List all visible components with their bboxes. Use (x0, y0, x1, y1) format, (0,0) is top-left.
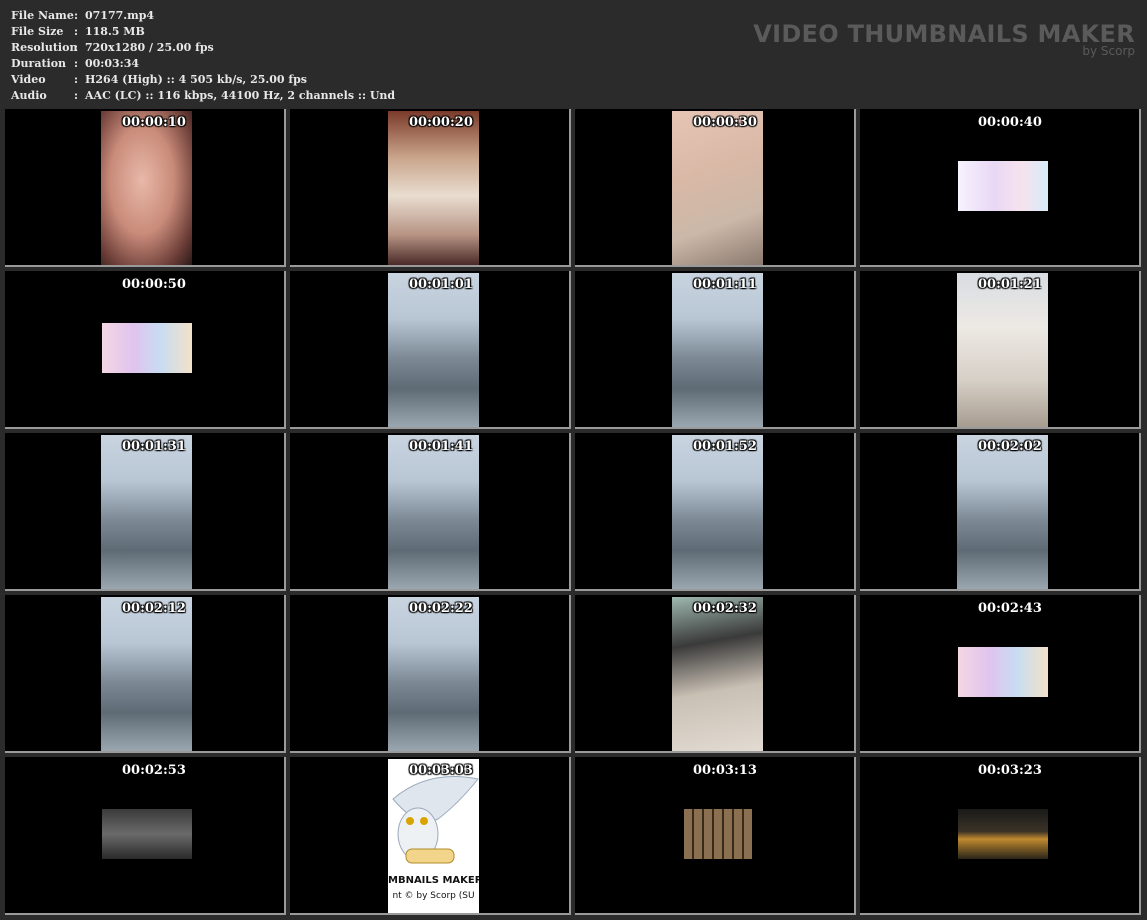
timestamp-label: 00:01:11 (693, 277, 757, 292)
timestamp-label: 00:01:52 (693, 439, 757, 454)
video-frame (101, 597, 192, 751)
brand-title: VIDEO THUMBNAILS MAKER (753, 20, 1135, 48)
file-info-key: Resolution (11, 40, 78, 54)
video-frame (672, 435, 763, 589)
video-frame (958, 809, 1048, 859)
file-info-row: Duration:00:03:34 (11, 55, 395, 71)
timestamp-label: 00:00:50 (122, 277, 186, 292)
thumbnail-cell: 00:03:23 (860, 757, 1141, 915)
thumbnail-cell: 00:00:10 (5, 109, 286, 267)
thumbnail-cell: 00:00:30 (575, 109, 856, 267)
video-frame (102, 323, 192, 373)
file-info-value: 07177.mp4 (85, 8, 155, 22)
file-info-key: Video (11, 72, 46, 86)
video-frame (957, 435, 1048, 589)
video-frame (958, 647, 1048, 697)
thumbnail-cell: 00:00:20 (290, 109, 571, 267)
video-frame (957, 273, 1048, 427)
thumbnail-cell: 00:01:01 (290, 271, 571, 429)
video-frame (958, 161, 1048, 211)
timestamp-label: 00:02:12 (122, 601, 186, 616)
video-frame (672, 597, 763, 751)
file-info-key: Duration (11, 56, 67, 70)
timestamp-label: 00:01:41 (409, 439, 473, 454)
video-frame (101, 111, 192, 265)
file-info-value: AAC (LC) :: 116 kbps, 44100 Hz, 2 channe… (85, 88, 396, 102)
file-info-separator: : (74, 24, 79, 38)
thumbnail-cell: 00:00:40 (860, 109, 1141, 267)
timestamp-label: 00:03:13 (693, 763, 757, 778)
video-frame (388, 273, 479, 427)
file-info-row: Audio: AAC (LC) :: 116 kbps, 44100 Hz, 2 … (11, 87, 395, 103)
thumbnail-cell: 00:01:31 (5, 433, 286, 591)
timestamp-label: 00:03:23 (978, 763, 1042, 778)
video-frame (101, 435, 192, 589)
video-frame (388, 435, 479, 589)
file-info-separator: : (74, 40, 79, 54)
thumbnail-cell: 00:02:12 (5, 595, 286, 753)
video-frame (672, 111, 763, 265)
file-info-key: File Size (11, 24, 64, 38)
file-info-value: 00:03:34 (85, 56, 140, 70)
timestamp-label: 00:00:40 (978, 115, 1042, 130)
file-info-separator: : (74, 8, 79, 22)
file-info: File Name:07177.mp4 File Size:118.5 MB Res… (11, 7, 395, 103)
file-info-value: H264 (High) :: 4 505 kb/s, 25.00 fps (85, 72, 307, 86)
timestamp-label: 00:02:32 (693, 601, 757, 616)
video-frame (672, 273, 763, 427)
thumbnail-cell: 00:00:50 (5, 271, 286, 429)
owl-caption-title: MBNAILS MAKER 8 (388, 875, 479, 886)
file-info-separator: : (74, 56, 79, 70)
timestamp-label: 00:00:20 (409, 115, 473, 130)
thumbnail-cell: 00:01:11 (575, 271, 856, 429)
file-info-separator: : (74, 88, 79, 102)
thumbnail-cell: 00:02:32 (575, 595, 856, 753)
thumbnail-cell: 00:02:22 (290, 595, 571, 753)
thumbnail-cell: 00:02:43 (860, 595, 1141, 753)
file-info-value: 720x1280 / 25.00 fps (85, 40, 214, 54)
video-frame: MBNAILS MAKER 8 nt © by Scorp (SU (388, 759, 479, 913)
brand-logo: VIDEO THUMBNAILS MAKER by Scorp (753, 20, 1135, 58)
video-frame (388, 111, 479, 265)
timestamp-label: 00:02:43 (978, 601, 1042, 616)
thumbnail-cell: 00:01:52 (575, 433, 856, 591)
video-frame (388, 597, 479, 751)
header: File Name:07177.mp4 File Size:118.5 MB Res… (0, 0, 1147, 108)
timestamp-label: 00:02:22 (409, 601, 473, 616)
thumbnail-cell: 00:01:41 (290, 433, 571, 591)
timestamp-label: 00:03:03 (409, 763, 473, 778)
timestamp-label: 00:01:01 (409, 277, 473, 292)
thumbnail-grid: 00:00:10 00:00:20 00:00:30 00:00:40 00:00:50… (5, 109, 1141, 915)
file-info-row: Video: H264 (High) :: 4 505 kb/s, 25.00 f… (11, 71, 395, 87)
file-info-row: File Size:118.5 MB (11, 23, 395, 39)
timestamp-label: 00:00:30 (693, 115, 757, 130)
thumbnail-cell: 00:02:02 (860, 433, 1141, 591)
timestamp-label: 00:02:02 (978, 439, 1042, 454)
file-info-row: File Name:07177.mp4 (11, 7, 395, 23)
file-info-key: File Name (11, 8, 74, 22)
video-frame (684, 809, 752, 859)
timestamp-label: 00:01:21 (978, 277, 1042, 292)
thumbnail-cell: 00:01:21 (860, 271, 1141, 429)
file-info-row: Resolution:720x1280 / 25.00 fps (11, 39, 395, 55)
owl-caption-copyright: nt © by Scorp (SU (392, 891, 475, 901)
timestamp-label: 00:01:31 (122, 439, 186, 454)
file-info-key: Audio (11, 88, 47, 102)
thumbnail-cell: 00:02:53 (5, 757, 286, 915)
thumbnail-cell: MBNAILS MAKER 8 nt © by Scorp (SU 00:03:03 (290, 757, 571, 915)
file-info-value: 118.5 MB (85, 24, 145, 38)
timestamp-label: 00:02:53 (122, 763, 186, 778)
thumbnail-cell: 00:03:13 (575, 757, 856, 915)
file-info-separator: : (74, 72, 79, 86)
video-frame (102, 809, 192, 859)
timestamp-label: 00:00:10 (122, 115, 186, 130)
